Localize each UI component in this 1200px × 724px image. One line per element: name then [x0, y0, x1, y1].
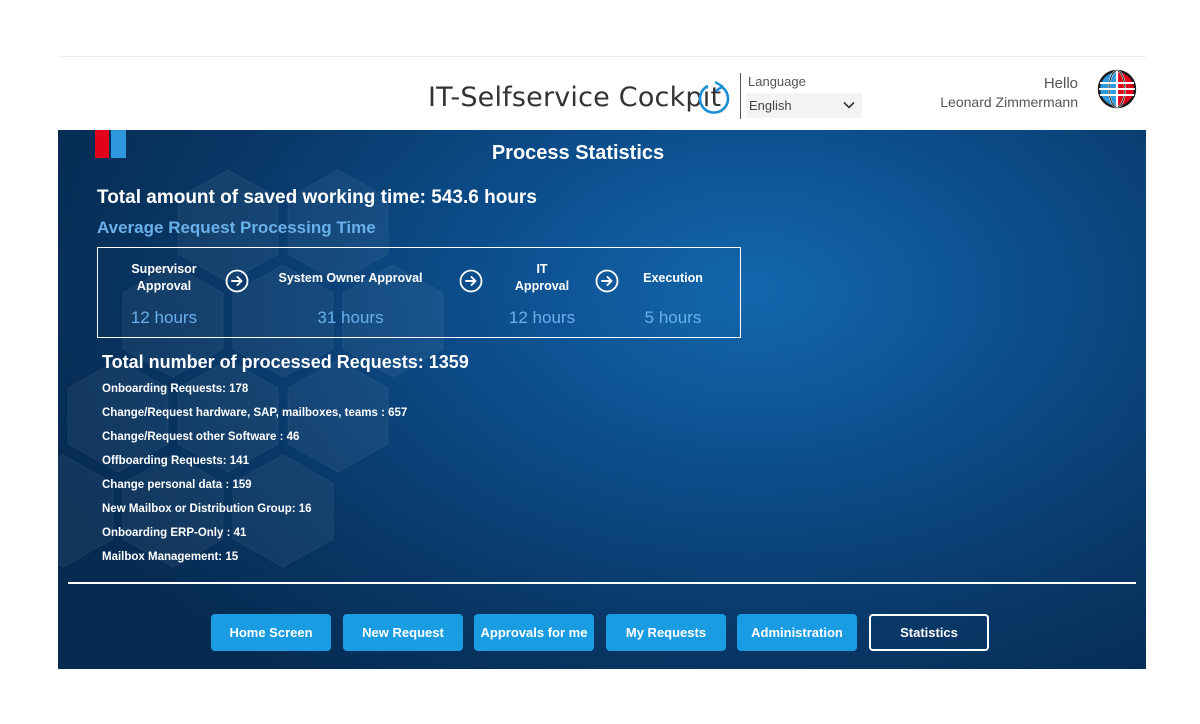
list-item: Offboarding Requests: 141	[102, 455, 249, 467]
step-system-owner-approval-label: System Owner Approval	[278, 271, 423, 285]
language-label: Language	[748, 74, 806, 89]
processing-time-box: Supervisor Approval 12 hours System Owne…	[97, 247, 741, 338]
arrow-right-circle-icon	[459, 269, 483, 293]
top-divider	[58, 56, 1146, 57]
language-select-value: English	[749, 98, 792, 113]
administration-button[interactable]: Administration	[737, 614, 857, 651]
list-item: Change personal data : 159	[102, 479, 252, 491]
globe-icon[interactable]	[1096, 68, 1138, 110]
step-supervisor-approval-value: 12 hours	[130, 308, 198, 327]
saved-working-time: Total amount of saved working time: 543.…	[97, 187, 537, 208]
step-it-approval-value: 12 hours	[508, 308, 576, 327]
step-it-approval-label: IT Approval	[514, 262, 570, 293]
list-item: Mailbox Management: 15	[102, 551, 239, 563]
list-item: Onboarding ERP-Only : 41	[102, 527, 247, 539]
new-request-button[interactable]: New Request	[343, 614, 463, 651]
chevron-down-icon	[843, 101, 855, 109]
arrow-right-circle-icon	[595, 269, 619, 293]
hexagon-background	[58, 169, 444, 568]
step-execution-label: Execution	[643, 271, 703, 285]
list-item: New Mailbox or Distribution Group: 16	[102, 503, 312, 515]
arrow-right-circle-icon	[225, 269, 249, 293]
statistics-button[interactable]: Statistics	[869, 614, 989, 651]
user-greeting: Hello Leonard Zimmermann	[940, 74, 1078, 112]
approvals-for-me-button[interactable]: Approvals for me	[474, 614, 594, 651]
app-header: IT-Selfservice Cockpit Language English …	[58, 60, 1146, 130]
my-requests-button[interactable]: My Requests	[606, 614, 726, 651]
step-supervisor-approval-label: Supervisor Approval	[131, 262, 197, 293]
step-system-owner-approval-value: 31 hours	[317, 308, 384, 327]
avg-processing-title: Average Request Processing Time	[97, 218, 376, 237]
app-title: IT-Selfservice Cockpit	[428, 82, 722, 113]
bottom-divider	[68, 582, 1136, 584]
language-divider	[740, 73, 741, 119]
page-title: Process Statistics	[491, 142, 665, 164]
user-name: Leonard Zimmermann	[940, 94, 1078, 110]
list-item: Change/Request other Software : 46	[102, 431, 300, 443]
list-item: Onboarding Requests: 178	[102, 383, 249, 395]
refresh-icon[interactable]	[694, 78, 734, 118]
statistics-panel: Process Statistics Total amount of saved…	[58, 130, 1146, 669]
home-screen-button[interactable]: Home Screen	[211, 614, 331, 651]
list-item: Change/Request hardware, SAP, mailboxes,…	[102, 407, 408, 419]
total-processed-requests: Total number of processed Requests: 1359	[102, 352, 469, 372]
greeting-hello: Hello	[1043, 75, 1078, 92]
language-select[interactable]: English	[746, 93, 862, 118]
step-execution-value: 5 hours	[644, 308, 702, 327]
